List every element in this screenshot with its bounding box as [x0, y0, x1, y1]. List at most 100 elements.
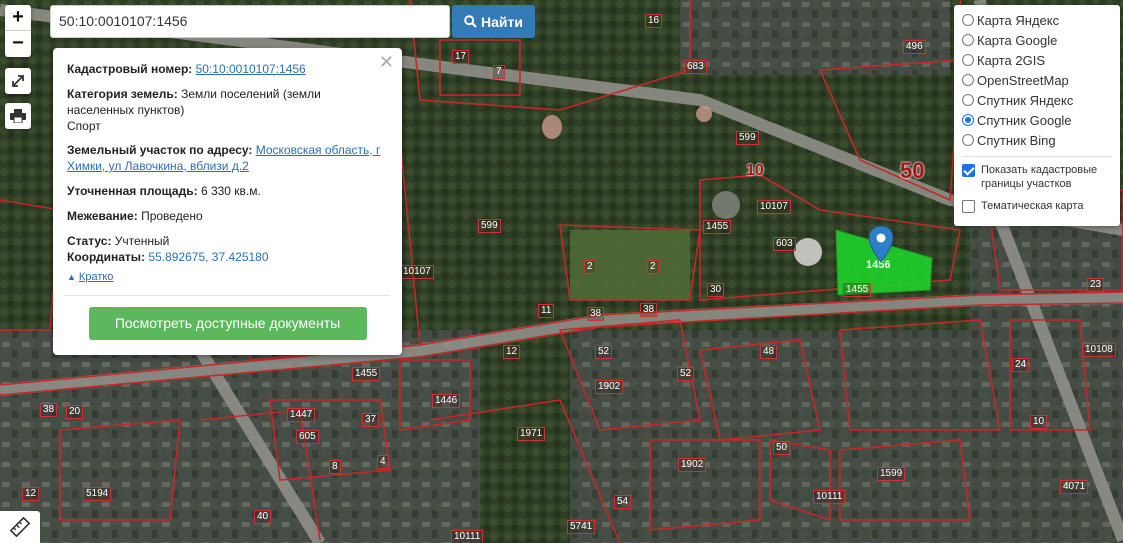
zoom-out-button[interactable]: −: [5, 31, 31, 57]
radio-icon[interactable]: [962, 134, 974, 146]
map-label: 5194: [83, 487, 112, 501]
map-label: 1447: [287, 408, 316, 422]
layer-option-label: Карта 2GIS: [977, 52, 1046, 68]
survey-value: Проведено: [141, 209, 203, 223]
map-label: 20: [66, 405, 84, 419]
cadastral-row: Кадастровый номер: 50:10:0010107:1456: [67, 61, 388, 77]
divider: [962, 156, 1112, 157]
usage-value: Спорт: [67, 119, 101, 133]
status-row: Статус: Учтенный: [67, 233, 388, 249]
map-label: 17: [452, 50, 470, 64]
map-label: 12: [503, 345, 521, 359]
map-label: 23: [1087, 278, 1105, 292]
layer-option[interactable]: Карта 2GIS: [962, 50, 1112, 70]
map-label: 603: [773, 237, 796, 251]
map-label: 38: [587, 307, 605, 321]
layer-option-label: OpenStreetMap: [977, 72, 1069, 88]
layer-option-label: Спутник Google: [977, 112, 1072, 128]
status-value: Учтенный: [114, 234, 170, 248]
search-icon: [464, 15, 477, 28]
expand-icon: [12, 75, 24, 87]
ruler-icon: [10, 517, 30, 537]
map-label: 605: [296, 430, 319, 444]
layer-option[interactable]: Карта Яндекс: [962, 10, 1112, 30]
category-label: Категория земель:: [67, 87, 178, 101]
radio-icon[interactable]: [962, 114, 974, 126]
layer-switcher: Карта Яндекс Карта Google Карта 2GIS OpenSt…: [954, 5, 1120, 226]
map-label: 10108: [1082, 343, 1116, 357]
measure-button[interactable]: [0, 511, 40, 543]
survey-label: Межевание:: [67, 209, 138, 223]
map-label: 11: [538, 304, 555, 318]
layer-option[interactable]: OpenStreetMap: [962, 70, 1112, 90]
fullscreen-button[interactable]: [5, 68, 31, 94]
search-input[interactable]: 50:10:0010107:1456: [50, 5, 450, 38]
checkbox-icon[interactable]: [962, 200, 975, 213]
layer-option[interactable]: Спутник Bing: [962, 130, 1112, 150]
map-label: 8: [329, 460, 341, 474]
thematic-label: Тематическая карта: [981, 200, 1084, 212]
address-row: Земельный участок по адресу: Московская …: [67, 142, 388, 174]
radio-icon[interactable]: [962, 14, 974, 26]
map-label: 1455: [352, 367, 381, 381]
layer-option[interactable]: Карта Google: [962, 30, 1112, 50]
map-label: 1455: [703, 220, 732, 234]
coords-row: Координаты: 55.892675, 37.425180: [67, 249, 388, 265]
cadastral-link[interactable]: 50:10:0010107:1456: [196, 62, 306, 76]
location-marker-icon[interactable]: [869, 226, 893, 262]
thematic-map-checkbox[interactable]: Тематическая карта: [962, 199, 1112, 213]
map-label: 2: [584, 260, 596, 274]
coords-value[interactable]: 55.892675, 37.425180: [148, 250, 268, 264]
map-label: 52: [677, 367, 695, 381]
view-documents-button[interactable]: Посмотреть доступные документы: [88, 307, 367, 340]
map-label: 5741: [567, 520, 596, 534]
map-label: 1902: [595, 380, 624, 394]
map-label: 24: [1012, 358, 1030, 372]
map-label: 1446: [432, 394, 461, 408]
print-button[interactable]: [5, 103, 31, 129]
checkbox-checked-icon[interactable]: [962, 164, 975, 177]
map-label: 16: [645, 14, 663, 28]
map-region-label: 50: [900, 158, 925, 183]
map-label: 50: [773, 441, 791, 455]
map-label: 10107: [400, 265, 434, 279]
search-button[interactable]: Найти: [452, 5, 535, 38]
divider: [65, 295, 390, 296]
zoom-in-button[interactable]: +: [5, 5, 31, 31]
map-label: 37: [362, 413, 380, 427]
radio-icon[interactable]: [962, 74, 974, 86]
layer-option[interactable]: Спутник Яндекс: [962, 90, 1112, 110]
map-label: 683: [684, 60, 707, 74]
category-row: Категория земель: Земли поселений (земли…: [67, 86, 388, 134]
map-label: 496: [903, 40, 926, 54]
map-label: 54: [614, 495, 632, 509]
map-label: 38: [640, 303, 658, 317]
radio-icon[interactable]: [962, 34, 974, 46]
address-label: Земельный участок по адресу:: [67, 143, 253, 157]
map-label: 10111: [451, 530, 484, 543]
cadastral-label: Кадастровый номер:: [67, 62, 193, 76]
layer-option-label: Карта Яндекс: [977, 12, 1060, 28]
brief-link[interactable]: Кратко: [79, 269, 114, 285]
map-label: 10: [1030, 415, 1048, 429]
survey-row: Межевание: Проведено: [67, 208, 388, 224]
map-label: 7: [493, 65, 505, 79]
layer-option-label: Спутник Яндекс: [977, 92, 1074, 108]
map-label: 4071: [1060, 480, 1089, 494]
show-borders-checkbox[interactable]: Показать кадастровые границы участков: [962, 163, 1112, 191]
map-label: 1902: [678, 458, 707, 472]
radio-icon[interactable]: [962, 54, 974, 66]
brief-toggle[interactable]: ▲ Кратко: [67, 265, 388, 285]
printer-icon: [10, 109, 26, 123]
layer-option[interactable]: Спутник Google: [962, 110, 1112, 130]
close-icon[interactable]: ✕: [379, 53, 394, 71]
map-label: 1599: [877, 467, 906, 481]
area-label: Уточненная площадь:: [67, 184, 198, 198]
search-button-label: Найти: [481, 13, 523, 30]
radio-icon[interactable]: [962, 94, 974, 106]
map-label: 38: [40, 403, 58, 417]
map-label: 599: [736, 131, 759, 145]
map-label: 48: [760, 345, 778, 359]
map-label: 4: [377, 455, 389, 469]
map-label: 10111: [813, 490, 846, 504]
